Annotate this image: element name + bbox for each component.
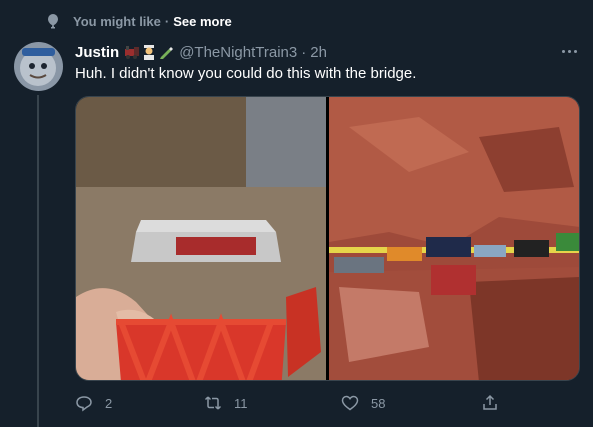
avatar[interactable] (14, 42, 63, 91)
context-label: You might like (73, 13, 161, 29)
author-name[interactable]: Justin (75, 44, 119, 61)
bridge-photo[interactable] (76, 97, 326, 380)
tweet-text: Huh. I didn't know you could do this wit… (75, 65, 417, 82)
like-count: 58 (371, 395, 386, 411)
retweet-icon (204, 396, 222, 410)
suggestion-context: You might like · See more (45, 12, 232, 30)
author-handle[interactable]: @TheNightTrain3 (179, 44, 297, 61)
train-emoji (125, 46, 140, 59)
see-more-link[interactable]: See more (173, 14, 232, 29)
person-emoji (144, 45, 155, 60)
tweet-actions: 2 11 58 (75, 394, 580, 414)
balloon-icon (48, 14, 58, 29)
share-icon (483, 394, 497, 410)
tweet-media[interactable] (75, 96, 580, 381)
name-emoji (124, 44, 174, 60)
retweet-count: 11 (234, 395, 248, 411)
reply-count: 2 (105, 395, 113, 411)
more-options-icon[interactable] (562, 46, 580, 56)
thread-line (37, 95, 39, 427)
tweet-header: Justin @TheNightTrain3 · 2h (75, 42, 327, 62)
retweet-button[interactable]: 11 (204, 394, 248, 412)
header-separator: · (301, 43, 307, 61)
context-separator: · (164, 13, 170, 29)
pencil-emoji (160, 47, 174, 59)
like-button[interactable]: 58 (341, 394, 385, 412)
timestamp[interactable]: 2h (310, 44, 327, 61)
share-button[interactable] (481, 394, 511, 412)
reply-button[interactable]: 2 (75, 394, 112, 412)
rock-train-photo[interactable] (329, 97, 579, 380)
heart-icon (341, 395, 359, 411)
reply-icon (76, 396, 92, 412)
